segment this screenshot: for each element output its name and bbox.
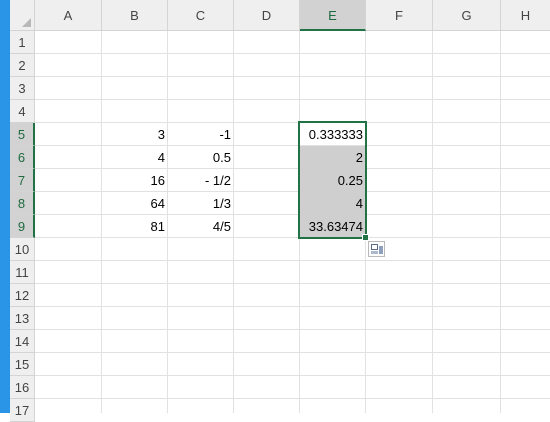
row-headers: 1 2 3 4 5 6 7 8 9 10 11 12 13 14 15 16 1… [10,31,35,422]
row-header-7[interactable]: 7 [10,169,35,192]
row-header-6[interactable]: 6 [10,146,35,169]
column-header-d[interactable]: D [234,0,300,31]
cell-b7[interactable]: 16 [102,169,168,191]
column-header-g[interactable]: G [433,0,501,31]
row-header-17[interactable]: 17 [10,399,35,422]
cell-b6[interactable]: 4 [102,146,168,168]
row-header-15[interactable]: 15 [10,353,35,376]
cell-c6[interactable]: 0.5 [168,146,234,168]
cell-b8[interactable]: 64 [102,192,168,214]
cell-c9[interactable]: 4/5 [168,215,234,237]
column-header-e[interactable]: E [300,0,366,31]
cell-b5[interactable]: 3 [102,123,168,145]
column-header-c[interactable]: C [168,0,234,31]
row-header-2[interactable]: 2 [10,54,35,77]
column-header-a[interactable]: A [35,0,102,31]
row-header-1[interactable]: 1 [10,31,35,54]
column-headers: A B C D E F G H [35,0,550,31]
row-header-5[interactable]: 5 [10,123,35,146]
cell-c7[interactable]: - 1/2 [168,169,234,191]
window-accent-strip [0,0,10,413]
select-all-corner[interactable] [10,0,35,31]
row-header-8[interactable]: 8 [10,192,35,215]
quick-analysis-glyph-box [371,244,378,250]
select-all-triangle-icon [22,18,31,27]
quick-analysis-glyph-column [379,246,383,254]
row-header-4[interactable]: 4 [10,100,35,123]
spreadsheet: A B C D E F G H 1 2 3 4 5 6 7 8 9 10 11 … [0,0,550,422]
row-header-10[interactable]: 10 [10,238,35,261]
gridline [500,31,501,413]
cell-grid[interactable]: 3 4 16 64 81 -1 0.5 - 1/2 1/3 4/5 0.3333… [35,31,550,413]
column-header-h[interactable]: H [501,0,550,31]
fill-handle[interactable] [362,234,369,241]
row-header-12[interactable]: 12 [10,284,35,307]
row-header-13[interactable]: 13 [10,307,35,330]
cell-b9[interactable]: 81 [102,215,168,237]
row-header-3[interactable]: 3 [10,77,35,100]
selection-border [298,121,367,239]
column-header-f[interactable]: F [366,0,433,31]
row-header-9[interactable]: 9 [10,215,35,238]
row-header-16[interactable]: 16 [10,376,35,399]
quick-analysis-glyph-bar [371,251,378,254]
row-header-11[interactable]: 11 [10,261,35,284]
row-header-14[interactable]: 14 [10,330,35,353]
cell-c5[interactable]: -1 [168,123,234,145]
quick-analysis-icon[interactable] [368,241,385,257]
column-header-b[interactable]: B [102,0,168,31]
gridline [432,31,433,413]
cell-c8[interactable]: 1/3 [168,192,234,214]
